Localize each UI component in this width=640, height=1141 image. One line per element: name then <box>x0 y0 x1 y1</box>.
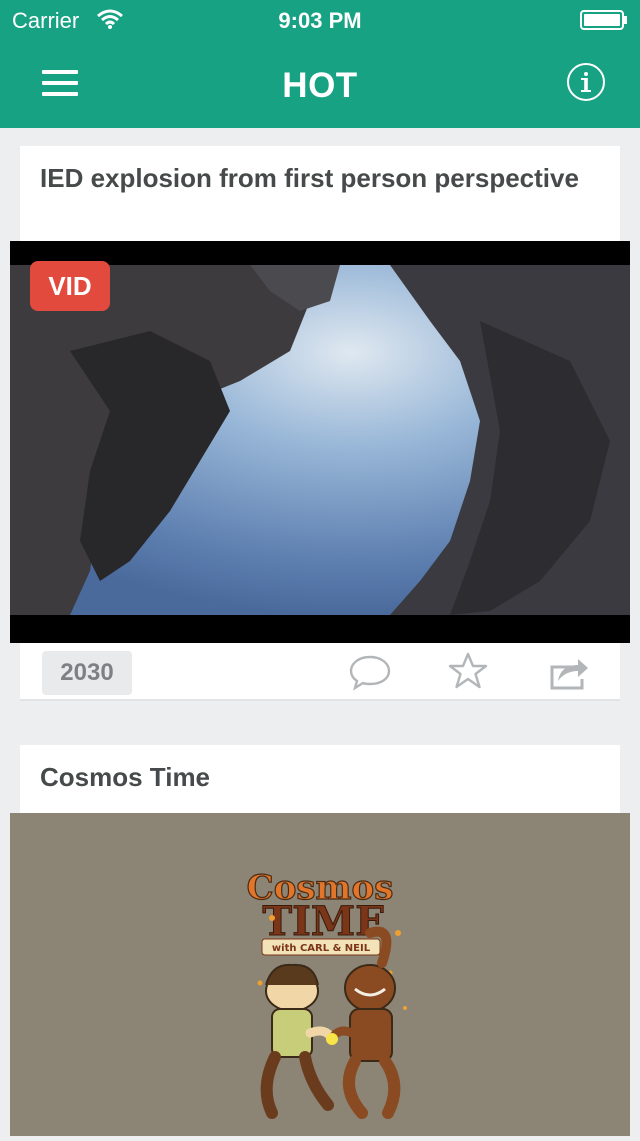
post-action-bar: 2030 <box>20 643 620 701</box>
page-title: HOT <box>282 66 358 105</box>
post-title[interactable]: Cosmos Time <box>40 763 600 791</box>
post-card[interactable]: Cosmos Time <box>20 745 620 815</box>
app-header: Carrier 9:03 PM HOT <box>0 0 640 128</box>
info-icon[interactable] <box>566 62 606 102</box>
status-time: 9:03 PM <box>278 8 362 33</box>
artwork-title-line2: TIME <box>262 898 385 945</box>
comment-icon[interactable] <box>348 651 392 691</box>
artwork-subtitle: with CARL & NEIL <box>272 943 371 954</box>
star-icon[interactable] <box>446 651 490 691</box>
status-bar: Carrier 9:03 PM <box>0 0 640 40</box>
post-image[interactable]: Cosmos TIME with CARL & NEIL <box>10 813 630 1136</box>
cosmos-time-artwork: Cosmos TIME with CARL & NEIL <box>246 867 407 1119</box>
post-video-thumbnail[interactable]: VID <box>10 241 630 643</box>
battery-icon <box>580 10 627 30</box>
vote-count: 2030 <box>42 651 132 695</box>
share-icon[interactable] <box>546 651 590 691</box>
video-badge: VID <box>30 261 110 311</box>
nav-bar: HOT <box>0 40 640 128</box>
post-card[interactable]: IED explosion from first person perspect… <box>20 146 620 242</box>
post-title[interactable]: IED explosion from first person perspect… <box>40 164 600 192</box>
